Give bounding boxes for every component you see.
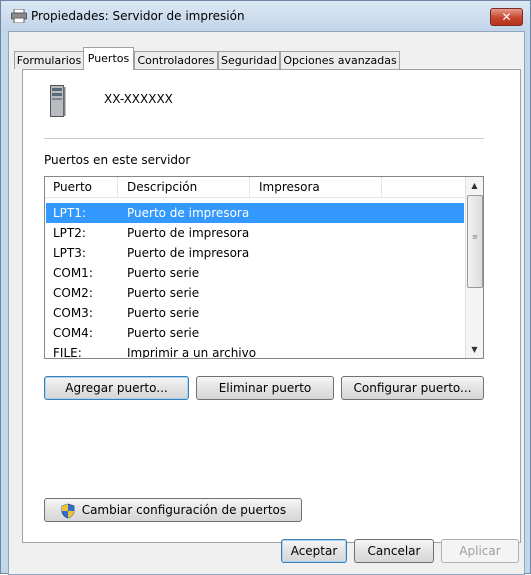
- listview-header: Puerto Descripción Impresora: [45, 177, 465, 198]
- port-row-com1[interactable]: COM1: Puerto serie: [46, 263, 464, 283]
- description-cell: Puerto serie: [127, 286, 200, 300]
- description-cell: Puerto serie: [127, 266, 200, 280]
- port-row-com3[interactable]: COM3: Puerto serie: [46, 303, 464, 323]
- port-cell: LPT3:: [53, 246, 86, 260]
- port-cell: COM2:: [53, 286, 93, 300]
- port-row-lpt2[interactable]: LPT2: Puerto de impresora: [46, 223, 464, 243]
- title-bar[interactable]: Propiedades: Servidor de impresión ✕: [1, 1, 530, 31]
- description-cell: Puerto de impresora: [127, 226, 250, 240]
- change-port-settings-button[interactable]: Cambiar configuración de puertos: [44, 498, 302, 522]
- column-separator[interactable]: [249, 177, 250, 197]
- server-name: XX-XXXXXX: [104, 92, 173, 106]
- port-row-lpt3[interactable]: LPT3: Puerto de impresora: [46, 243, 464, 263]
- port-cell: LPT1:: [53, 206, 86, 220]
- divider: [44, 138, 484, 139]
- apply-button[interactable]: Aplicar: [441, 539, 519, 563]
- description-cell: Puerto de impresora: [127, 206, 250, 220]
- column-separator[interactable]: [117, 177, 118, 197]
- ok-button[interactable]: Aceptar: [281, 539, 347, 563]
- port-row-file[interactable]: FILE: Imprimir a un archivo: [46, 343, 464, 359]
- column-header-descripcion[interactable]: Descripción: [127, 180, 197, 194]
- tab-formularios[interactable]: Formularios: [14, 51, 84, 69]
- tab-seguridad[interactable]: Seguridad: [218, 51, 280, 69]
- add-port-button[interactable]: Agregar puerto...: [44, 376, 189, 400]
- description-cell: Puerto serie: [127, 306, 200, 320]
- close-icon: ✕: [501, 10, 512, 24]
- port-cell: LPT2:: [53, 226, 86, 240]
- scrollbar-thumb[interactable]: ≡: [467, 195, 483, 288]
- window-title: Propiedades: Servidor de impresión: [31, 9, 245, 23]
- column-separator[interactable]: [381, 177, 382, 197]
- port-cell: FILE:: [53, 346, 82, 359]
- ports-listview[interactable]: Puerto Descripción Impresora LPT1: Puert…: [44, 176, 484, 359]
- close-button[interactable]: ✕: [490, 8, 523, 26]
- column-header-impresora[interactable]: Impresora: [259, 180, 320, 194]
- port-cell: COM1:: [53, 266, 93, 280]
- scroll-up-arrow-icon[interactable]: ▲: [466, 177, 483, 194]
- description-cell: Puerto de impresora: [127, 246, 250, 260]
- description-cell: Imprimir a un archivo: [127, 346, 257, 359]
- port-row-lpt1[interactable]: LPT1: Puerto de impresora: [46, 203, 464, 223]
- configure-port-button[interactable]: Configurar puerto...: [341, 376, 484, 400]
- tab-puertos[interactable]: Puertos: [83, 47, 134, 70]
- cancel-button[interactable]: Cancelar: [354, 539, 434, 563]
- scroll-down-arrow-icon[interactable]: ▼: [466, 341, 483, 358]
- port-cell: COM4:: [53, 326, 93, 340]
- vertical-scrollbar[interactable]: ▲ ≡ ▼: [465, 177, 483, 358]
- uac-shield-icon: [61, 503, 75, 518]
- port-row-com4[interactable]: COM4: Puerto serie: [46, 323, 464, 343]
- delete-port-button[interactable]: Eliminar puerto: [196, 376, 334, 400]
- grip-icon: ≡: [472, 233, 478, 241]
- description-cell: Puerto serie: [127, 326, 200, 340]
- port-row-com2[interactable]: COM2: Puerto serie: [46, 283, 464, 303]
- server-icon: [50, 85, 66, 117]
- ports-list-label: Puertos en este servidor: [44, 153, 191, 167]
- printer-icon: [11, 9, 27, 23]
- tab-controladores[interactable]: Controladores: [134, 51, 218, 69]
- tab-opciones-avanzadas[interactable]: Opciones avanzadas: [280, 51, 400, 69]
- column-header-puerto[interactable]: Puerto: [53, 180, 92, 194]
- port-cell: COM3:: [53, 306, 93, 320]
